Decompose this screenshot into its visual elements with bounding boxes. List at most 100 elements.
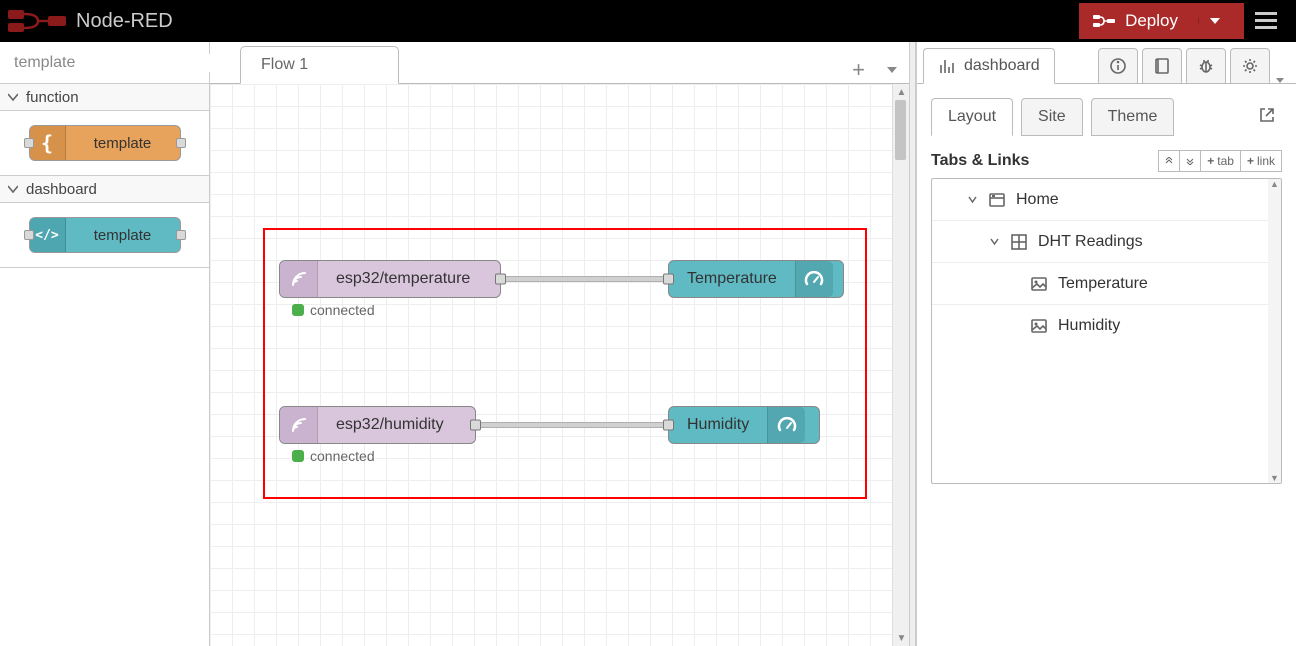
book-icon bbox=[1153, 57, 1171, 75]
sidebar-tab-help[interactable] bbox=[1142, 48, 1182, 84]
tree-item-group-dht[interactable]: DHT Readings bbox=[932, 221, 1281, 263]
palette-node-dashboard-template[interactable]: </> template bbox=[29, 217, 181, 253]
template-brace-icon: { bbox=[30, 126, 66, 160]
flow-tab[interactable]: Flow 1 bbox=[240, 46, 399, 84]
app-header: Node-RED Deploy bbox=[0, 0, 1296, 42]
sidebar-tab-config[interactable] bbox=[1230, 48, 1270, 84]
sidebar-tabs: dashboard bbox=[917, 42, 1296, 84]
tree-item-widget-humidity[interactable]: Humidity bbox=[932, 305, 1281, 347]
node-label: Humidity bbox=[669, 416, 767, 434]
status-text: connected bbox=[310, 448, 375, 464]
mqtt-icon bbox=[280, 407, 318, 443]
add-link-button[interactable]: +link bbox=[1240, 150, 1282, 172]
canvas-scrollbar-vertical[interactable]: ▲ ▼ bbox=[892, 84, 909, 646]
tab-icon bbox=[988, 191, 1006, 209]
bug-icon bbox=[1197, 57, 1215, 75]
palette-node-label: template bbox=[66, 227, 180, 244]
mqtt-icon bbox=[280, 261, 318, 297]
scroll-down-arrow[interactable]: ▼ bbox=[893, 630, 909, 646]
chevron-down-icon bbox=[1210, 18, 1220, 24]
node-output-port[interactable] bbox=[470, 420, 481, 431]
collapse-all-button[interactable] bbox=[1158, 150, 1180, 172]
gauge-icon bbox=[795, 261, 833, 297]
tree-label: DHT Readings bbox=[1038, 233, 1143, 251]
chevron-down-icon bbox=[1186, 157, 1194, 165]
node-label: esp32/humidity bbox=[318, 416, 462, 434]
node-input-port[interactable] bbox=[663, 420, 674, 431]
info-icon bbox=[1109, 57, 1127, 75]
subtab-theme[interactable]: Theme bbox=[1091, 98, 1175, 136]
node-gauge-humidity[interactable]: Humidity bbox=[668, 406, 820, 444]
sidebar-tab-dashboard[interactable]: dashboard bbox=[923, 48, 1055, 84]
subtab-layout[interactable]: Layout bbox=[931, 98, 1013, 136]
flow-tab-label: Flow 1 bbox=[261, 56, 308, 74]
wire-temp[interactable] bbox=[497, 276, 672, 282]
app-logo: Node-RED bbox=[8, 8, 173, 34]
add-link-label: link bbox=[1257, 154, 1275, 168]
node-mqtt-humidity[interactable]: esp32/humidity connected bbox=[279, 406, 476, 444]
node-status: connected bbox=[292, 448, 375, 464]
deploy-dropdown[interactable] bbox=[1198, 18, 1230, 24]
palette-node-function-template[interactable]: { template bbox=[29, 125, 181, 161]
sidebar-tab-info[interactable] bbox=[1098, 48, 1138, 84]
flow-canvas[interactable]: esp32/temperature connected Temperature bbox=[210, 84, 909, 646]
node-output-port bbox=[176, 230, 186, 240]
flow-tabs: Flow 1 + bbox=[210, 42, 909, 84]
node-input-port bbox=[24, 230, 34, 240]
status-text: connected bbox=[310, 302, 375, 318]
category-dashboard-header[interactable]: dashboard bbox=[0, 176, 209, 203]
app-title: Node-RED bbox=[76, 10, 173, 33]
gauge-icon bbox=[767, 407, 805, 443]
tree-item-tab-home[interactable]: Home bbox=[932, 179, 1281, 221]
external-link-icon bbox=[1258, 106, 1276, 124]
status-dot-connected bbox=[292, 304, 304, 316]
category-label: dashboard bbox=[26, 181, 97, 198]
scrollbar-thumb[interactable] bbox=[895, 100, 906, 160]
palette-node-label: template bbox=[66, 135, 180, 152]
node-gauge-temperature[interactable]: Temperature bbox=[668, 260, 844, 298]
expand-all-button[interactable] bbox=[1179, 150, 1201, 172]
sidebar-tab-debug[interactable] bbox=[1186, 48, 1226, 84]
deploy-button[interactable]: Deploy bbox=[1079, 3, 1244, 39]
chevron-down-icon bbox=[990, 237, 999, 246]
image-icon bbox=[1030, 317, 1048, 335]
node-status: connected bbox=[292, 302, 375, 318]
chevron-up-icon bbox=[1165, 157, 1173, 165]
chevron-down-icon bbox=[8, 92, 18, 102]
node-mqtt-temperature[interactable]: esp32/temperature connected bbox=[279, 260, 501, 298]
main-menu-button[interactable] bbox=[1244, 0, 1288, 42]
node-input-port[interactable] bbox=[663, 274, 674, 285]
palette-search-input[interactable] bbox=[14, 54, 221, 72]
tree-item-widget-temperature[interactable]: Temperature bbox=[932, 263, 1281, 305]
dashboard-subtabs: Layout Site Theme bbox=[931, 98, 1282, 136]
open-dashboard-button[interactable] bbox=[1252, 100, 1282, 135]
workspace: Flow 1 + esp32/temperature bbox=[210, 42, 909, 646]
bar-chart-icon bbox=[938, 57, 956, 75]
node-red-logo-icon bbox=[8, 8, 66, 34]
chevron-down-icon bbox=[8, 184, 18, 194]
tree-scrollbar[interactable]: ▲▼ bbox=[1268, 179, 1281, 483]
tabs-links-title: Tabs & Links bbox=[931, 152, 1029, 170]
status-dot-connected bbox=[292, 450, 304, 462]
sidebar-tab-label: dashboard bbox=[964, 57, 1040, 75]
sidebar-resize-handle[interactable] bbox=[909, 42, 916, 646]
category-function-header[interactable]: function bbox=[0, 84, 209, 111]
deploy-icon bbox=[1093, 12, 1115, 30]
flows-dropdown[interactable] bbox=[887, 67, 897, 73]
tree-label: Home bbox=[1016, 191, 1059, 209]
node-input-port bbox=[24, 138, 34, 148]
chevron-down-icon bbox=[968, 195, 977, 204]
image-icon bbox=[1030, 275, 1048, 293]
palette-panel: ✕ function { template dashboard </> temp… bbox=[0, 42, 210, 646]
sidebar-tabs-more[interactable] bbox=[1276, 78, 1296, 83]
hamburger-icon bbox=[1255, 12, 1277, 30]
node-output-port[interactable] bbox=[495, 274, 506, 285]
scroll-up-arrow[interactable]: ▲ bbox=[893, 84, 909, 100]
palette-search: ✕ bbox=[0, 42, 209, 84]
subtab-site[interactable]: Site bbox=[1021, 98, 1083, 136]
grid-icon bbox=[1010, 233, 1028, 251]
add-tab-button[interactable]: +tab bbox=[1200, 150, 1241, 172]
deploy-label: Deploy bbox=[1125, 11, 1178, 31]
add-flow-button[interactable]: + bbox=[852, 57, 865, 83]
wire-hum[interactable] bbox=[470, 422, 670, 428]
